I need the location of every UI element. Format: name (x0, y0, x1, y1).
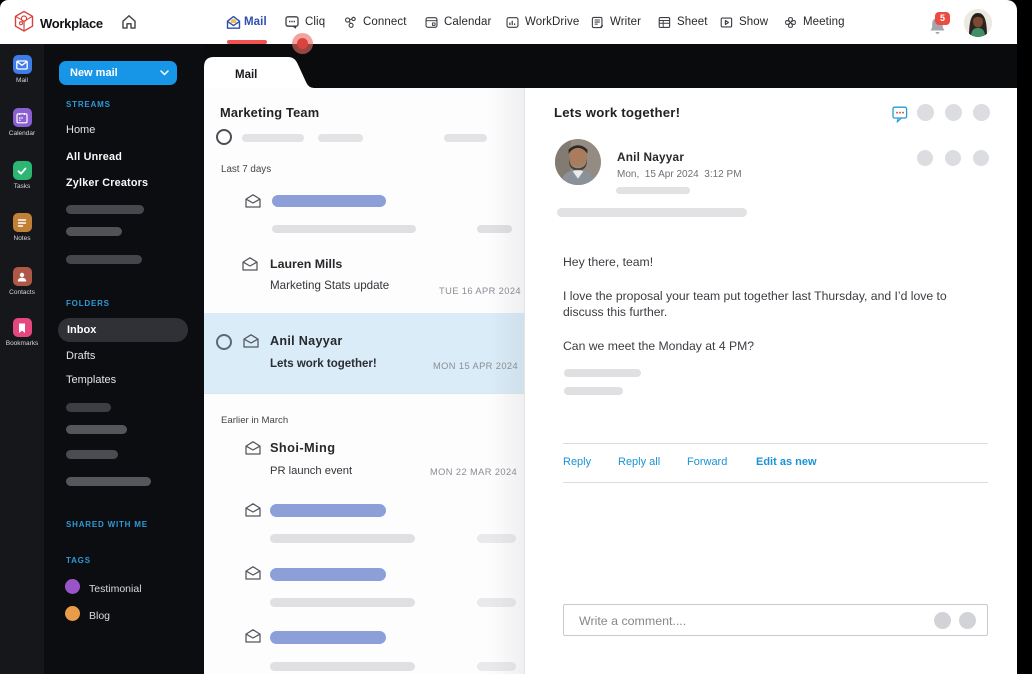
svg-text:Mail: Mail (235, 69, 257, 81)
